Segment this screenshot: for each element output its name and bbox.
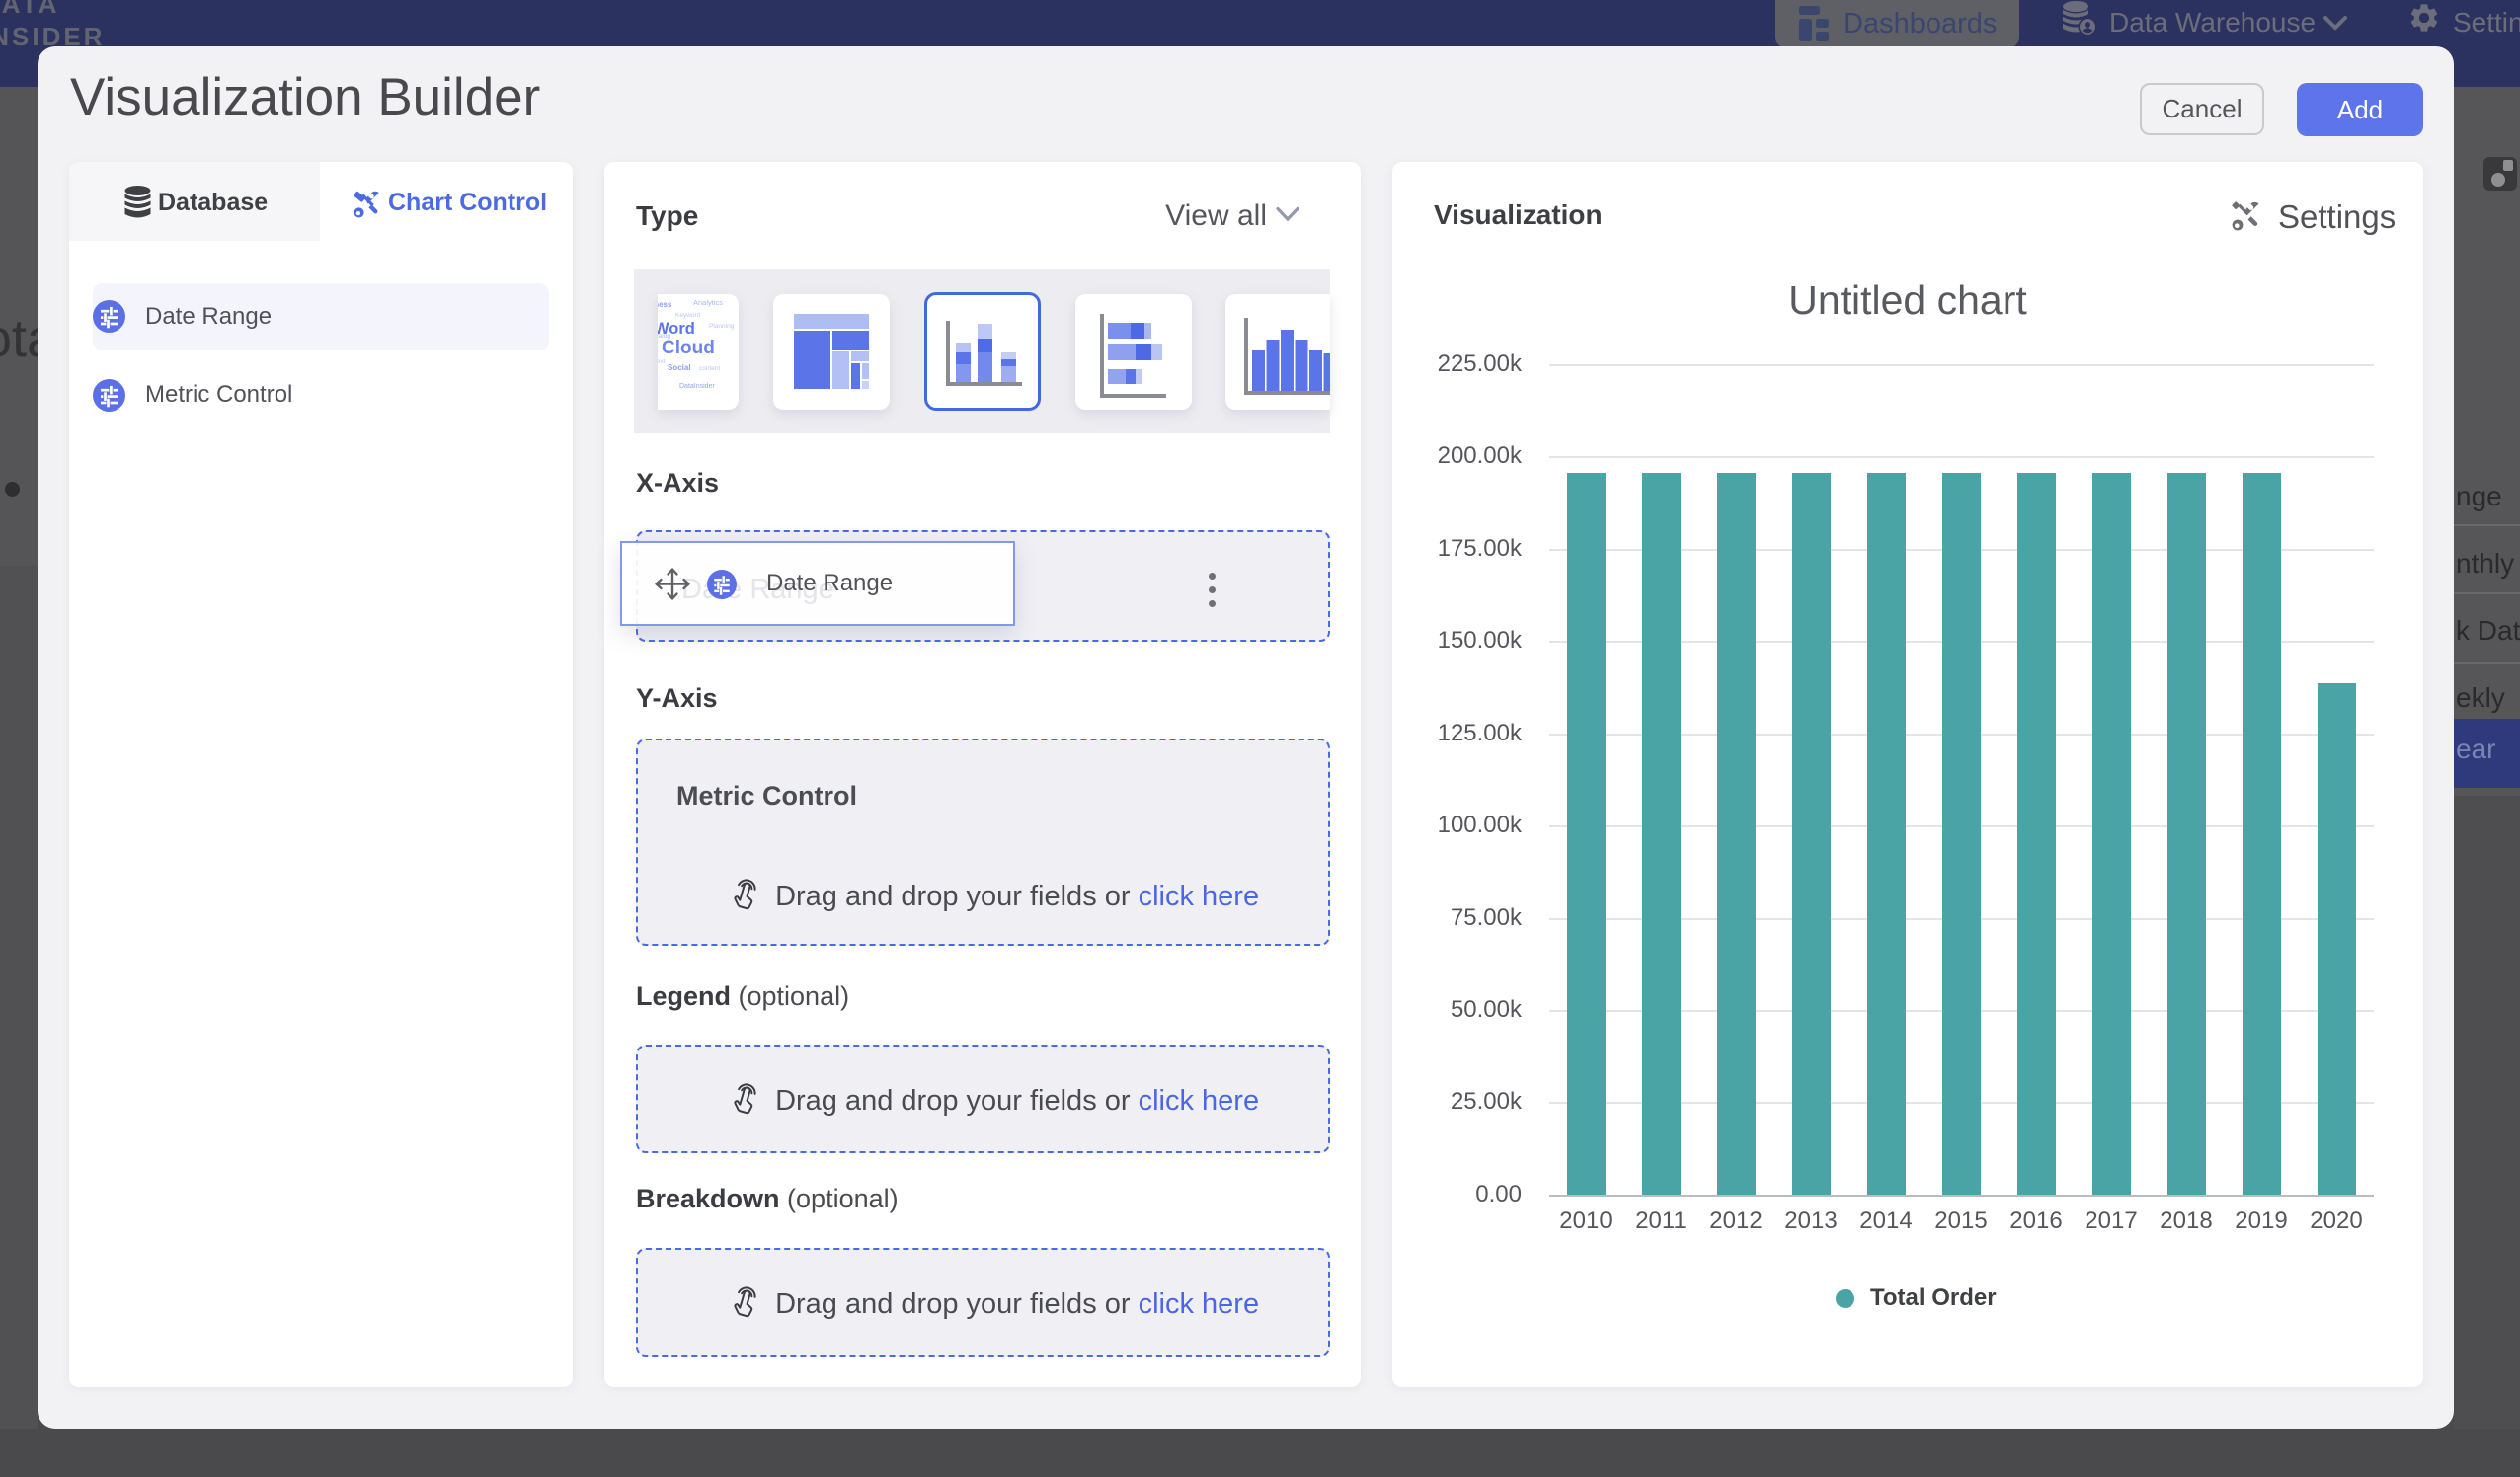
svg-text:iness: iness — [658, 300, 672, 309]
svg-text:Keyword: Keyword — [675, 312, 701, 319]
svg-text:text: text — [658, 358, 666, 365]
svg-text:Social: Social — [668, 363, 691, 372]
svg-text:Planning: Planning — [709, 323, 735, 330]
svg-text:Cloud: Cloud — [662, 338, 715, 358]
svg-text:DataInsider: DataInsider — [679, 383, 715, 390]
svg-text:content: content — [699, 365, 721, 372]
svg-text:Analytics: Analytics — [693, 298, 723, 307]
